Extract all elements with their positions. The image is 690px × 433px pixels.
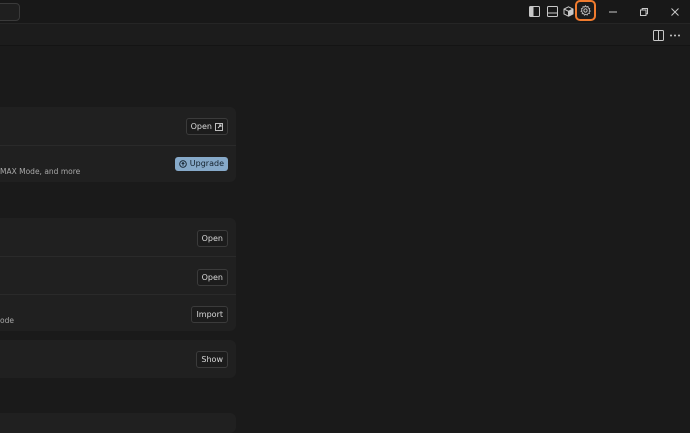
settings-card-misc: Show	[0, 340, 236, 378]
settings-gear-icon	[580, 5, 591, 16]
settings-row: Open	[0, 256, 236, 294]
split-editor-icon[interactable]	[651, 28, 665, 42]
settings-content: Open MAX Mode, and more Upgrade Open Ope…	[0, 46, 690, 433]
show-button[interactable]: Show	[196, 351, 228, 368]
settings-card-general: Open Open ode Import	[0, 218, 236, 331]
toggle-panel-icon[interactable]	[545, 4, 559, 18]
close-icon	[671, 7, 679, 16]
settings-row: Open	[0, 107, 236, 145]
settings-gear-button[interactable]	[575, 0, 596, 21]
title-bar	[0, 0, 690, 24]
upgrade-button[interactable]: Upgrade	[174, 157, 228, 171]
settings-card-account: Open MAX Mode, and more Upgrade	[0, 107, 236, 182]
minimize-button[interactable]	[598, 0, 628, 23]
command-center-search[interactable]	[0, 3, 20, 21]
minimize-icon	[609, 11, 617, 12]
upgrade-icon	[179, 160, 187, 168]
toggle-primary-sidebar-icon[interactable]	[527, 4, 541, 18]
cube-icon[interactable]	[561, 4, 575, 18]
row-description: ode	[0, 316, 14, 325]
row-description: MAX Mode, and more	[0, 167, 81, 176]
settings-row: Show	[0, 340, 236, 378]
more-actions-icon[interactable]	[668, 28, 682, 42]
settings-card-partial	[0, 413, 236, 433]
settings-row: MAX Mode, and more Upgrade	[0, 145, 236, 182]
close-button[interactable]	[660, 0, 690, 23]
external-link-icon	[215, 122, 223, 131]
editor-tab-bar	[0, 24, 690, 46]
settings-row: Open	[0, 218, 236, 256]
open-button[interactable]: Open	[196, 230, 228, 247]
open-button[interactable]: Open	[196, 269, 228, 286]
settings-row: ode Import	[0, 294, 236, 331]
restore-button[interactable]	[629, 0, 659, 23]
import-button[interactable]: Import	[191, 306, 228, 323]
open-external-button[interactable]: Open	[185, 118, 228, 135]
restore-icon	[640, 7, 648, 16]
